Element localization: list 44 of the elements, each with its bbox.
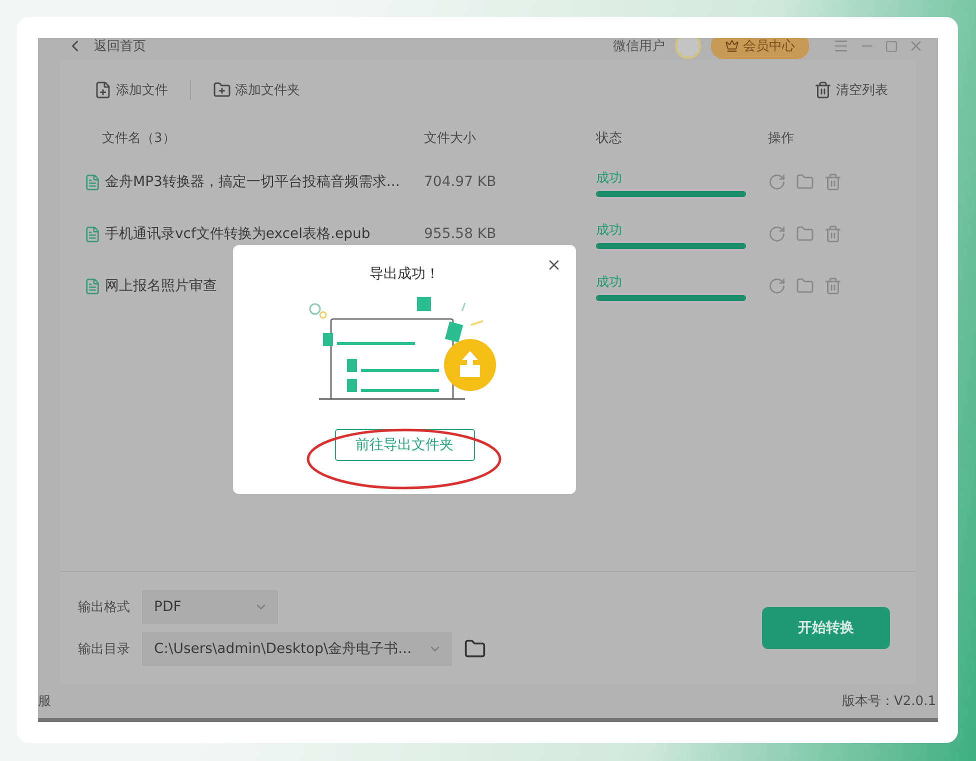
menu-icon[interactable] (833, 38, 849, 54)
add-folder-button[interactable]: 添加文件夹 (213, 81, 300, 99)
file-name: 金舟MP3转换器，搞定一切平台投稿音频需求... (105, 173, 400, 191)
column-header: 状态 (596, 130, 623, 147)
column-header: 文件大小 (424, 130, 477, 147)
delete-icon[interactable] (824, 173, 842, 191)
column-header: 操作 (768, 130, 795, 147)
file-add-icon (94, 81, 112, 99)
format-label: 输出格式 (78, 599, 130, 616)
back-label[interactable]: 返回首页 (94, 38, 146, 55)
trash-icon (814, 81, 832, 99)
user-name: 微信用户 (613, 38, 665, 55)
format-dropdown[interactable]: PDF (142, 590, 278, 624)
retry-icon[interactable] (768, 225, 786, 243)
version-label: 版本号：V2.0.1 (842, 693, 936, 710)
start-convert-button[interactable]: 开始转换 (762, 607, 890, 649)
directory-dropdown[interactable]: C:\Users\admin\Desktop\金舟电子书... (142, 632, 452, 666)
file-size: 704.97 KB (424, 174, 498, 190)
directory-label: 输出目录 (78, 641, 130, 658)
status-label: 成功 (596, 222, 623, 239)
folder-icon[interactable] (464, 638, 486, 660)
column-header: 文件名（3） (102, 130, 176, 147)
status-label: 成功 (596, 274, 623, 291)
avatar[interactable] (675, 38, 701, 59)
file-name: 手机通讯录vcf文件转换为excel表格.epub (105, 225, 370, 243)
file-size: 955.58 KB (424, 226, 498, 242)
document-icon (84, 226, 101, 242)
document-icon (84, 174, 101, 190)
retry-icon[interactable] (768, 277, 786, 295)
vip-button[interactable]: 会员中心 (711, 38, 809, 59)
clear-list-button[interactable]: 清空列表 (814, 81, 888, 99)
add-file-button[interactable]: 添加文件 (94, 81, 168, 99)
delete-icon[interactable] (824, 277, 842, 295)
support-label[interactable]: 服 (38, 692, 51, 710)
document-icon (84, 278, 101, 294)
maximize-icon[interactable] (885, 40, 898, 52)
folder-add-icon (213, 81, 231, 99)
dialog-title: 导出成功！ (370, 265, 440, 283)
file-name: 网上报名照片审查 (105, 277, 217, 295)
retry-icon[interactable] (768, 173, 786, 191)
open-folder-button[interactable]: 前往导出文件夹 (334, 429, 474, 461)
crown-icon (725, 39, 739, 53)
status-label: 成功 (596, 170, 623, 187)
delete-icon[interactable] (824, 225, 842, 243)
